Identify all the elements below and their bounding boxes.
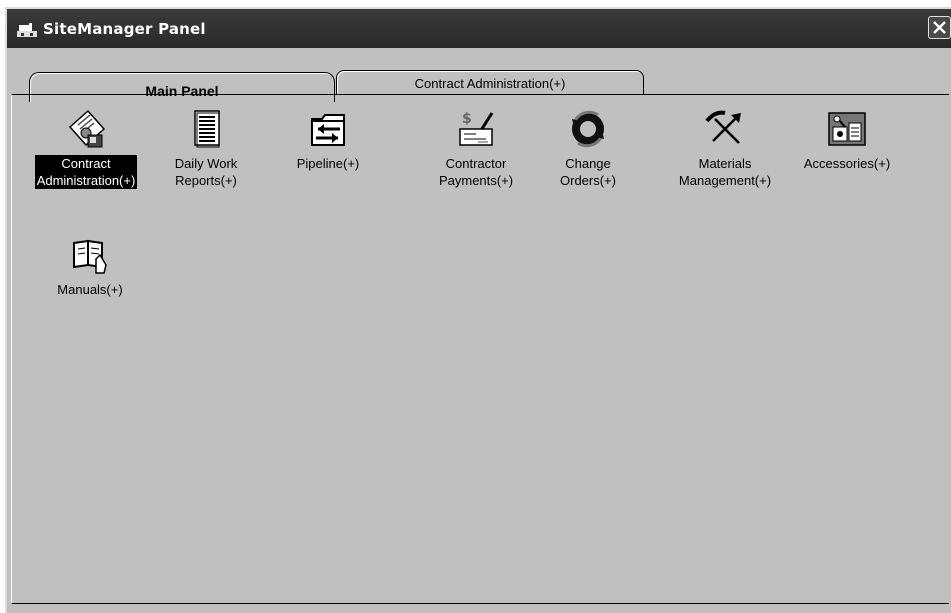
close-icon xyxy=(933,21,946,34)
contractor-payments-label: Contractor Payments(+) xyxy=(438,156,514,188)
window-title: SiteManager Panel xyxy=(43,20,206,38)
contractor-payments-item[interactable]: $ Contractor Payments(+) xyxy=(414,109,538,189)
contract-administration-item[interactable]: Contract Administration(+) xyxy=(24,109,148,189)
daily-work-reports-item[interactable]: Daily Work Reports(+) xyxy=(144,109,268,189)
accessories-icon xyxy=(828,112,866,146)
accessories-item[interactable]: Accessories(+) xyxy=(785,109,909,172)
contract-document-icon xyxy=(68,109,106,148)
sitemanager-window: SiteManager Panel Contract Administratio… xyxy=(5,7,951,613)
change-orders-icon xyxy=(572,110,604,148)
tab-bar: Contract Administration(+) Main Panel xyxy=(7,48,951,102)
accessories-label: Accessories(+) xyxy=(803,156,891,171)
tab-contract-administration[interactable]: Contract Administration(+) xyxy=(336,70,644,95)
manuals-item[interactable]: Manuals(+) xyxy=(28,235,152,298)
close-button[interactable] xyxy=(928,16,951,39)
manual-book-icon xyxy=(73,239,107,274)
pipeline-item[interactable]: Pipeline(+) xyxy=(266,109,390,172)
manuals-label: Manuals(+) xyxy=(57,282,123,297)
pipeline-label: Pipeline(+) xyxy=(296,156,360,171)
daily-work-reports-label: Daily Work Reports(+) xyxy=(174,156,238,188)
payment-check-icon: $ xyxy=(459,111,494,146)
materials-management-item[interactable]: Materials Management(+) xyxy=(663,109,787,189)
materials-management-label: Materials Management(+) xyxy=(678,156,772,188)
report-page-icon xyxy=(194,110,220,148)
title-bar[interactable]: SiteManager Panel xyxy=(7,9,951,48)
main-panel-area: Contract Administration(+) Daily Work Re… xyxy=(11,94,949,604)
pipeline-folder-icon xyxy=(311,114,345,146)
change-orders-item[interactable]: Change Orders(+) xyxy=(526,109,650,189)
tab-label: Contract Administration(+) xyxy=(414,76,566,91)
svg-text:$: $ xyxy=(462,111,472,127)
sitemanager-app-icon xyxy=(17,23,37,37)
change-orders-label: Change Orders(+) xyxy=(560,156,616,188)
pickaxe-shovel-icon xyxy=(705,110,741,144)
contract-administration-label: Contract Administration(+) xyxy=(34,155,138,189)
